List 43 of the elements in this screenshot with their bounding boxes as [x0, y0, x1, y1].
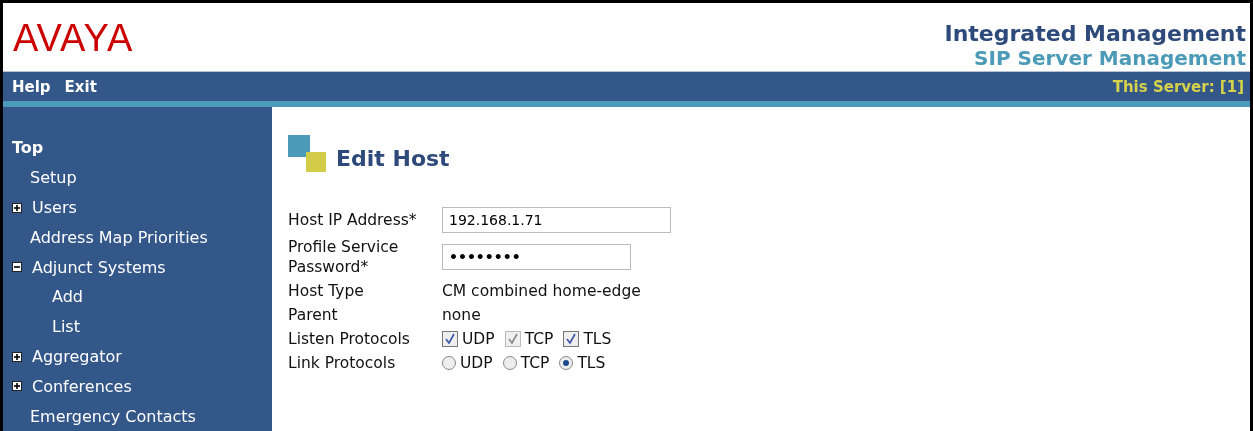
field-label: Profile Service Password*: [288, 237, 400, 278]
app-subtitle: SIP Server Management: [974, 47, 1246, 69]
sidebar-item[interactable]: Emergency Contacts: [30, 406, 196, 426]
app-title: Integrated Management: [944, 21, 1246, 47]
expand-icon[interactable]: [12, 202, 22, 213]
sidebar-item[interactable]: Users: [32, 198, 77, 217]
expand-icon[interactable]: [12, 351, 22, 362]
sidebar-item[interactable]: Address Map Priorities: [30, 227, 208, 247]
sidebar-item[interactable]: List: [52, 317, 80, 337]
option-label: UDP: [462, 330, 495, 349]
sidebar-item[interactable]: Setup: [30, 168, 77, 188]
field-value: CM combined home-edge: [442, 282, 641, 301]
password-field[interactable]: ••••••••: [442, 244, 631, 271]
field-value: none: [442, 306, 481, 325]
field-label: Link Protocols: [288, 353, 397, 374]
logo: AVAYA: [13, 17, 134, 60]
radio-button[interactable]: [502, 356, 517, 371]
radio-button[interactable]: [442, 356, 456, 371]
input-field[interactable]: 192.168.1.71: [442, 207, 671, 234]
squares-icon: [288, 135, 328, 174]
page-title: Edit Host: [336, 146, 450, 172]
sidebar-item[interactable]: Conferences: [32, 376, 132, 396]
option-label: TLS: [577, 354, 606, 373]
sidebar-item[interactable]: Adjunct Systems: [32, 257, 166, 277]
expand-icon[interactable]: [12, 381, 22, 392]
checkbox[interactable]: [442, 331, 458, 348]
nav-link[interactable]: Exit: [64, 77, 97, 96]
checkbox[interactable]: [563, 331, 580, 348]
field-label: Host Type: [288, 281, 365, 302]
collapse-icon[interactable]: [12, 262, 22, 273]
sidebar-item[interactable]: Add: [52, 287, 83, 307]
field-label: Listen Protocols: [288, 329, 411, 350]
sidebar-item[interactable]: Top: [12, 138, 44, 158]
field-label: Host IP Address*: [288, 210, 418, 231]
option-label: TCP: [524, 330, 554, 349]
option-label: TLS: [583, 330, 612, 349]
option-label: UDP: [460, 354, 493, 373]
sidebar-item[interactable]: Aggregator: [32, 347, 122, 366]
option-label: TCP: [520, 354, 550, 373]
radio-button[interactable]: [559, 356, 574, 371]
field-label: Parent: [288, 305, 339, 326]
nav-link[interactable]: Help: [12, 77, 51, 96]
server-label: This Server: [1]: [1112, 77, 1244, 96]
